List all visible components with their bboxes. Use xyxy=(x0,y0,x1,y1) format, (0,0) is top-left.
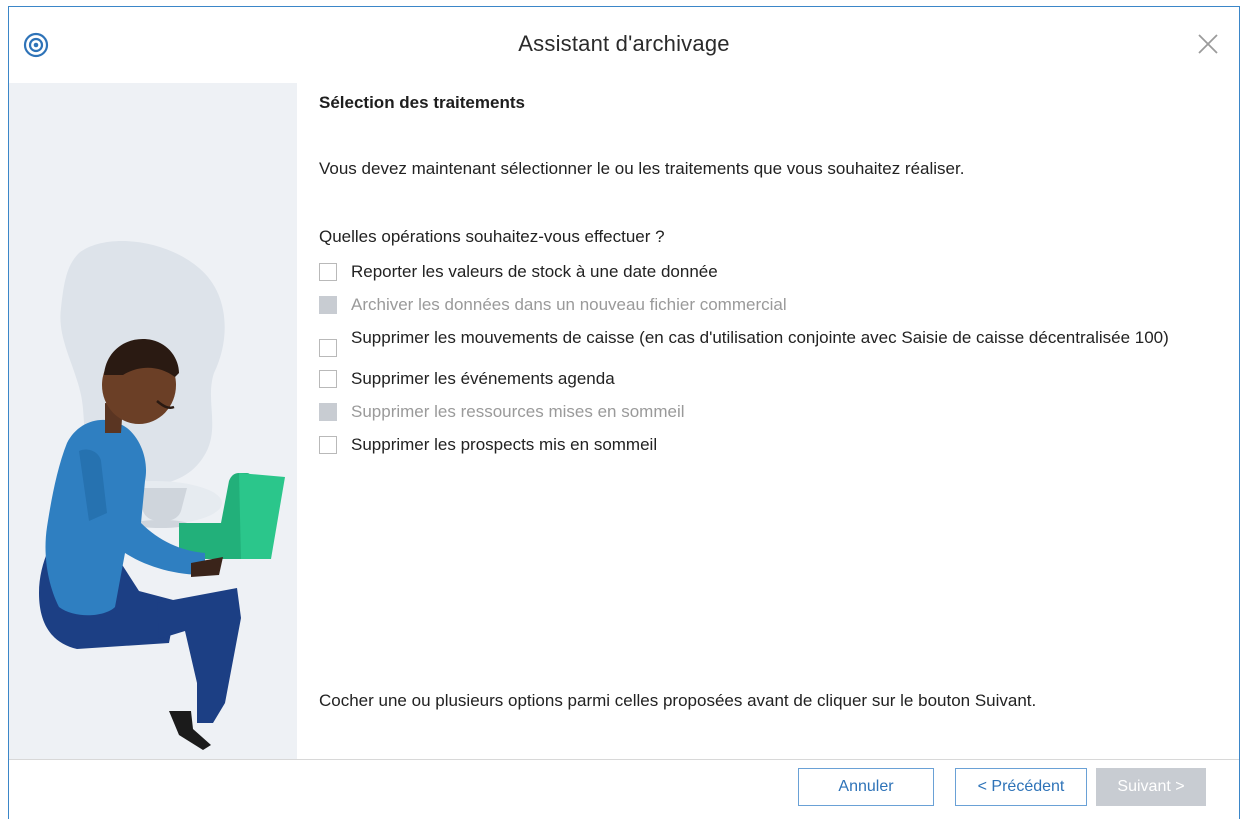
section-title: Sélection des traitements xyxy=(319,93,525,112)
checkbox xyxy=(319,403,337,421)
option-reporter-valeurs-stock[interactable]: Reporter les valeurs de stock à une date… xyxy=(319,261,1199,283)
next-button[interactable]: Suivant > xyxy=(1096,768,1206,806)
option-supprimer-prospects-sommeil[interactable]: Supprimer les prospects mis en sommeil xyxy=(319,434,1199,456)
option-supprimer-ressources-sommeil: Supprimer les ressources mises en sommei… xyxy=(319,401,1199,423)
option-supprimer-mouvements-caisse[interactable]: Supprimer les mouvements de caisse (en c… xyxy=(319,327,1199,357)
option-label: Supprimer les mouvements de caisse (en c… xyxy=(351,328,1169,347)
title-bar: Assistant d'archivage xyxy=(9,7,1239,83)
option-label: Supprimer les ressources mises en sommei… xyxy=(351,402,685,421)
hint-text: Cocher une ou plusieurs options parmi ce… xyxy=(319,691,1037,710)
option-label: Supprimer les prospects mis en sommeil xyxy=(351,435,658,454)
window-title: Assistant d'archivage xyxy=(518,31,730,56)
options-panel: Sélection des traitements Vous devez mai… xyxy=(297,83,1239,759)
checkbox[interactable] xyxy=(319,339,337,357)
cancel-button[interactable]: Annuler xyxy=(798,768,934,806)
person-with-laptop-illustration xyxy=(39,241,285,750)
option-label: Reporter les valeurs de stock à une date… xyxy=(351,262,718,281)
question-text: Quelles opérations souhaitez-vous effect… xyxy=(319,227,665,246)
wizard-content: Sélection des traitements Vous devez mai… xyxy=(9,83,1239,759)
option-label: Supprimer les événements agenda xyxy=(351,369,615,388)
close-icon[interactable] xyxy=(1193,29,1223,59)
illustration-panel xyxy=(9,83,297,759)
option-supprimer-evenements-agenda[interactable]: Supprimer les événements agenda xyxy=(319,368,1199,390)
option-archiver-donnees: Archiver les données dans un nouveau fic… xyxy=(319,294,1199,316)
operation-options: Reporter les valeurs de stock à une date… xyxy=(319,261,1199,467)
checkbox xyxy=(319,296,337,314)
checkbox[interactable] xyxy=(319,370,337,388)
checkbox[interactable] xyxy=(319,436,337,454)
option-label: Archiver les données dans un nouveau fic… xyxy=(351,295,787,314)
previous-button[interactable]: < Précédent xyxy=(955,768,1087,806)
archive-wizard-window: Assistant d'archivage Sélection des trai… xyxy=(8,6,1240,821)
wizard-footer: Annuler < Précédent Suivant > xyxy=(9,759,1239,821)
intro-text: Vous devez maintenant sélectionner le ou… xyxy=(319,159,965,178)
checkbox[interactable] xyxy=(319,263,337,281)
